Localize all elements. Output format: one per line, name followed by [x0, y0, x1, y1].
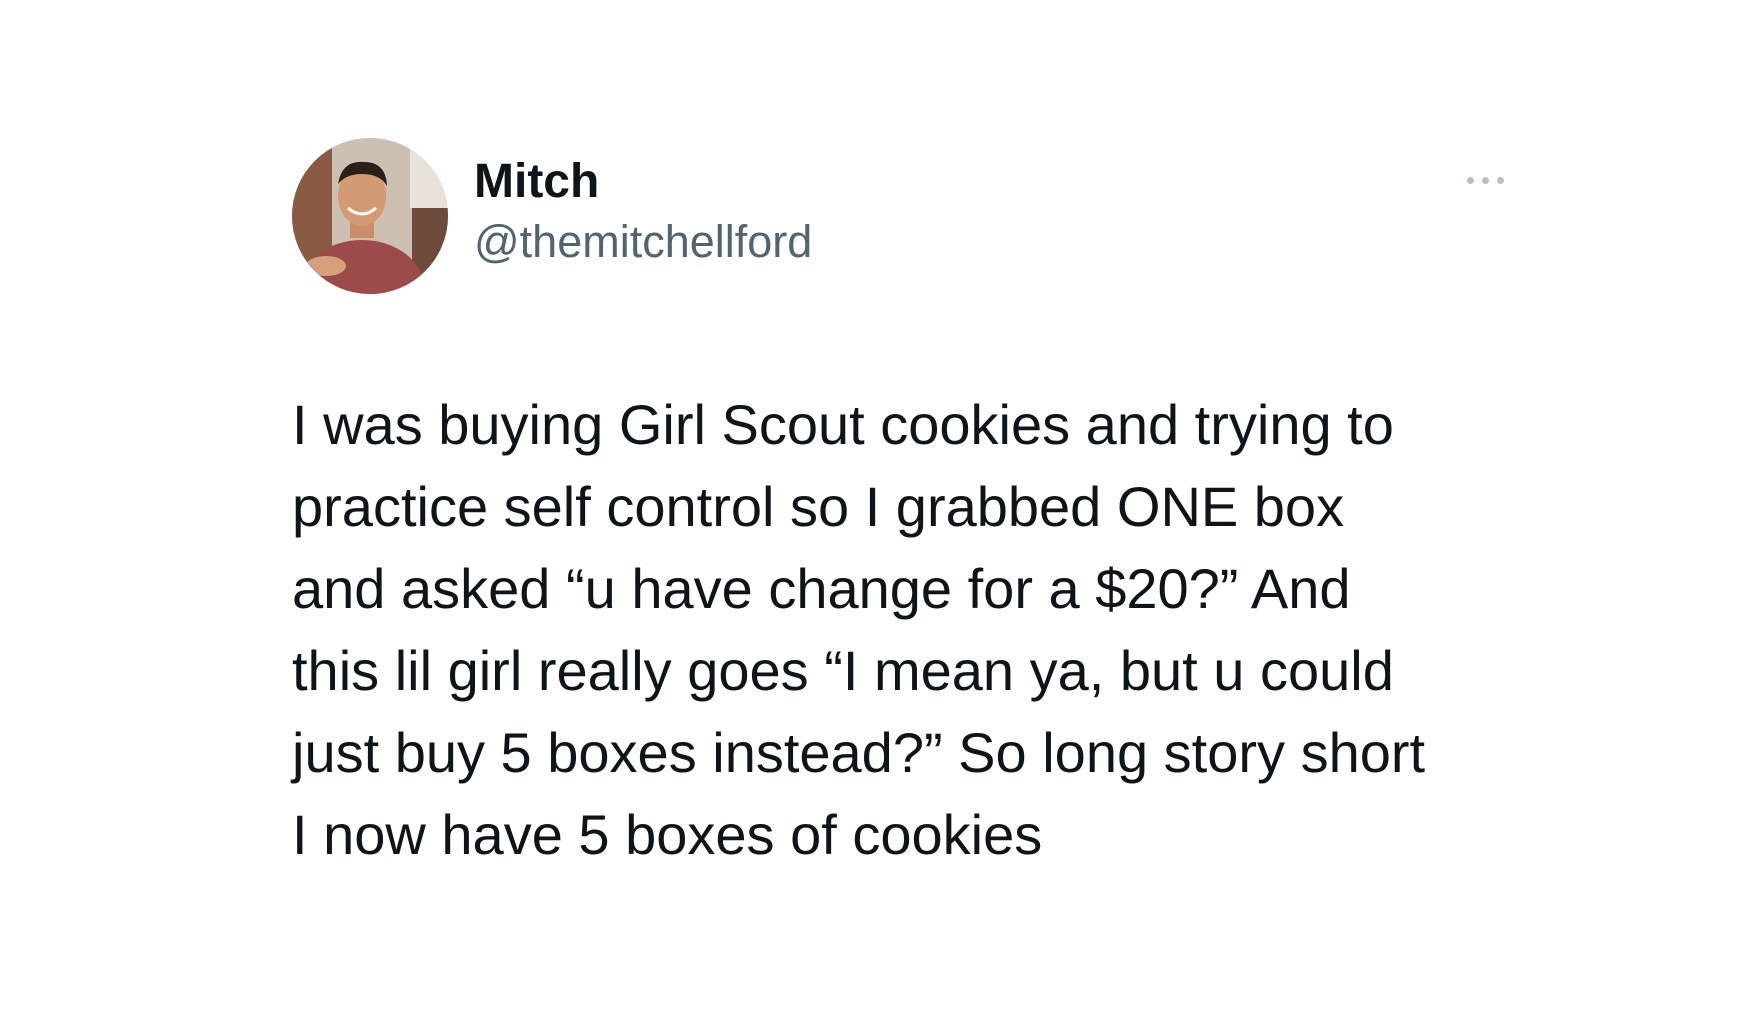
avatar[interactable]	[292, 138, 448, 294]
tweet-text-line: I was buying Girl Scout cookies and tryi…	[292, 393, 1394, 456]
author-handle[interactable]: @themitchellford	[474, 215, 812, 269]
tweet-text-line: and asked “u have change for a $20?” And	[292, 557, 1351, 620]
more-options-button[interactable]	[1450, 160, 1520, 200]
tweet-text: I was buying Girl Scout cookies and tryi…	[292, 384, 1532, 876]
tweet-text-line: just buy 5 boxes instead?” So long story…	[292, 721, 1426, 784]
tweet-text-line: this lil girl really goes “I mean ya, bu…	[292, 639, 1394, 702]
tweet-text-line: I now have 5 boxes of cookies	[292, 803, 1043, 866]
tweet-text-line: practice self control so I grabbed ONE b…	[292, 475, 1345, 538]
author-display-name[interactable]: Mitch	[474, 154, 599, 210]
more-horizontal-icon	[1463, 176, 1508, 184]
tweet-card: Mitch @themitchellford I was buying Girl…	[250, 120, 1550, 900]
avatar-photo	[292, 138, 448, 294]
